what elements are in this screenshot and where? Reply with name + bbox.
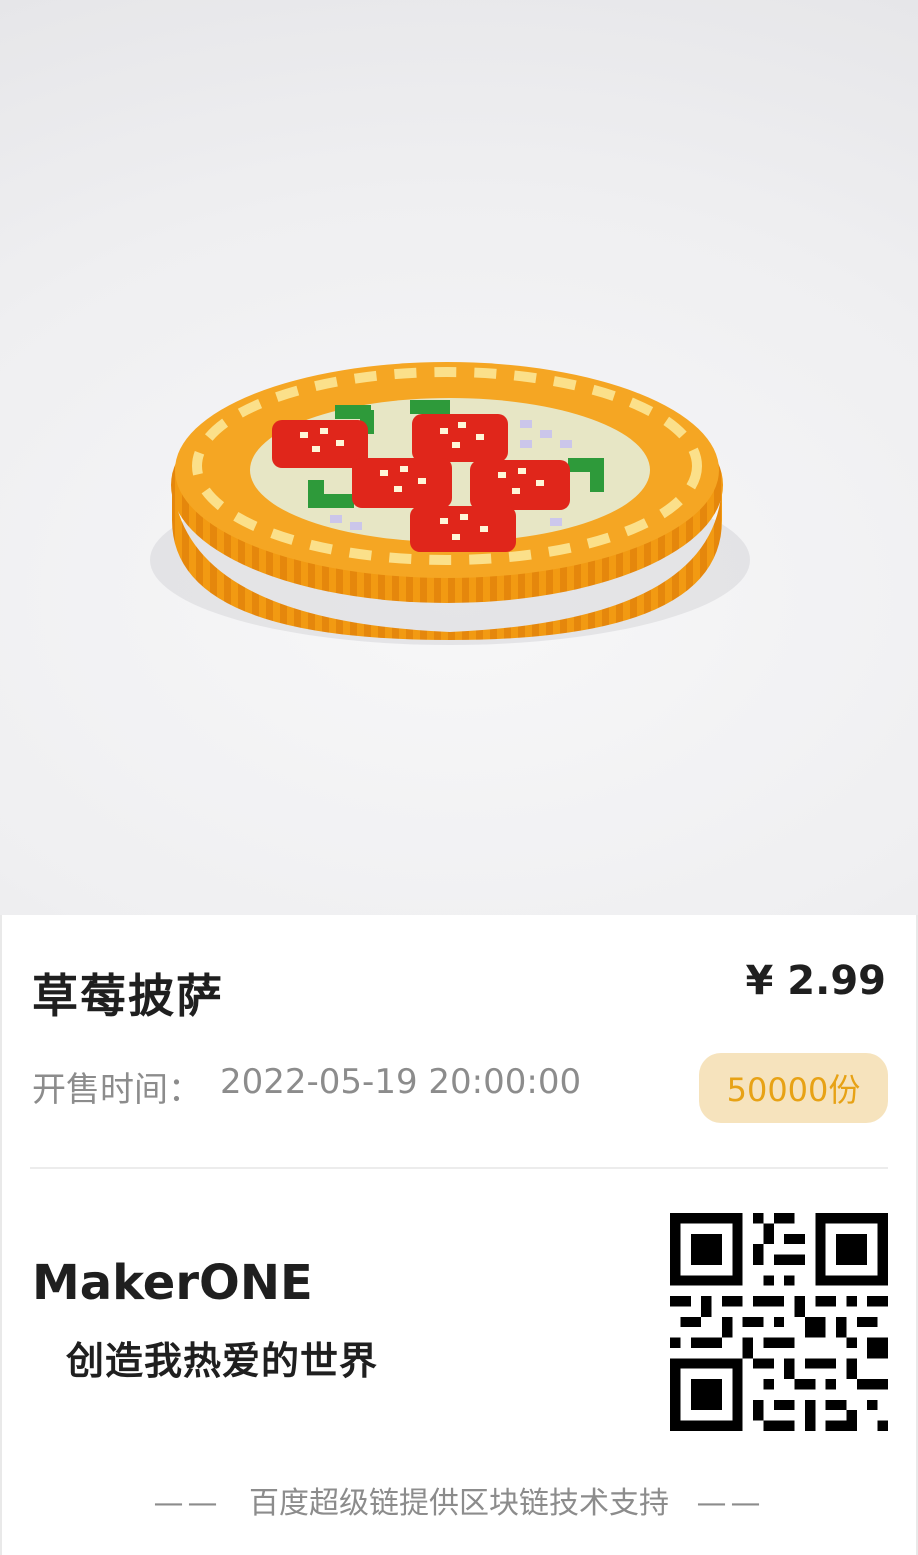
footer-text: 百度超级链提供区块链技术支持 bbox=[249, 1486, 669, 1521]
product-price: ¥ 2.99 bbox=[745, 958, 886, 1004]
sale-time-value: 2022-05-19 20:00:00 bbox=[220, 1062, 582, 1102]
brand-name: MakerONE bbox=[32, 1255, 313, 1311]
product-image bbox=[0, 0, 918, 915]
quantity-badge: 50000份 bbox=[699, 1053, 888, 1123]
footer-dash-right: —— bbox=[696, 1486, 765, 1521]
footer-dash-left: —— bbox=[153, 1486, 222, 1521]
sale-time-label: 开售时间： bbox=[32, 1070, 202, 1110]
qr-code[interactable] bbox=[670, 1213, 888, 1431]
divider bbox=[30, 1167, 888, 1169]
brand-slogan: 创造我热爱的世界 bbox=[66, 1339, 379, 1383]
footer: —— 百度超级链提供区块链技术支持 —— bbox=[0, 1478, 918, 1522]
strawberry-pizza-image bbox=[150, 362, 750, 645]
qr-code-icon bbox=[670, 1213, 888, 1431]
product-title: 草莓披萨 bbox=[32, 969, 224, 1023]
